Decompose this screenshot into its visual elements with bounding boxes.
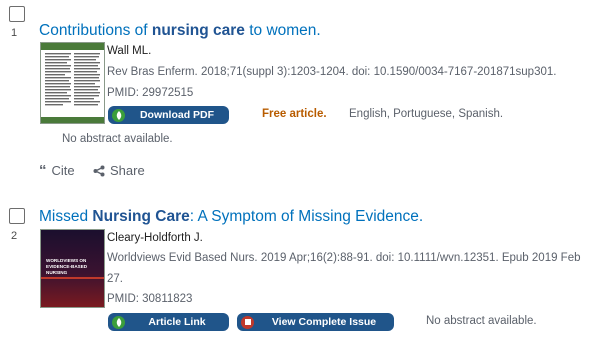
button-label: View Complete Issue (271, 316, 377, 328)
result-title-link[interactable]: Missed Nursing Care: A Symptom of Missin… (39, 208, 423, 226)
result-authors: Cleary-Holdforth J. (107, 232, 203, 244)
button-label: Article Link (148, 316, 206, 328)
select-checkbox[interactable] (9, 208, 25, 224)
no-abstract-label: No abstract available. (62, 133, 173, 145)
cite-label: Cite (51, 163, 75, 178)
download-pdf-button[interactable]: Download PDF (108, 106, 229, 124)
article-link-button[interactable]: Article Link (108, 313, 229, 331)
languages-label: English, Portuguese, Spanish. (349, 108, 504, 120)
result-pmid: PMID: 29972515 (107, 87, 194, 99)
select-checkbox[interactable] (9, 6, 25, 22)
journal-issue-icon (241, 315, 254, 329)
cite-button[interactable]: “ Cite (39, 161, 75, 179)
cover-title: WORLDVIEWS ON EVIDENCE-BASED NURSING (46, 258, 104, 276)
cover-line: EVIDENCE-BASED NURSING (46, 264, 88, 275)
cover-stripe (41, 277, 104, 279)
title-text: to women. (244, 22, 321, 39)
result-citation: Worldviews Evid Based Nurs. 2019 Apr;16(… (107, 252, 581, 264)
result-citation-continued: 27. (107, 273, 123, 285)
result-number: 2 (11, 230, 18, 242)
title-text: Contributions of (39, 22, 152, 39)
view-complete-issue-button[interactable]: View Complete Issue (237, 313, 394, 331)
quote-icon: “ (39, 161, 47, 179)
leaf-icon (112, 108, 125, 122)
share-label: Share (110, 163, 145, 178)
leaf-icon (112, 315, 125, 329)
title-text: Missed (39, 208, 93, 225)
journal-cover-thumbnail[interactable]: WORLDVIEWS ON EVIDENCE-BASED NURSING (40, 229, 105, 308)
no-abstract-label: No abstract available. (426, 315, 537, 327)
document-page-icon (41, 43, 104, 123)
result-pmid: PMID: 30811823 (107, 293, 193, 305)
title-text: : A Symptom of Missing Evidence. (189, 208, 424, 225)
button-label: Download PDF (139, 109, 215, 121)
title-highlight: nursing care (151, 22, 245, 39)
result-number: 1 (11, 27, 18, 39)
share-icon (93, 165, 105, 176)
share-button[interactable]: Share (93, 163, 145, 178)
free-article-label: Free article. (262, 108, 327, 120)
result-authors: Wall ML. (107, 45, 152, 57)
result-title-link[interactable]: Contributions of nursing care to women. (39, 22, 321, 40)
result-citation: Rev Bras Enferm. 2018;71(suppl 3):1203-1… (107, 66, 557, 78)
article-thumbnail[interactable] (40, 42, 105, 124)
title-highlight: Nursing Care (92, 208, 190, 225)
